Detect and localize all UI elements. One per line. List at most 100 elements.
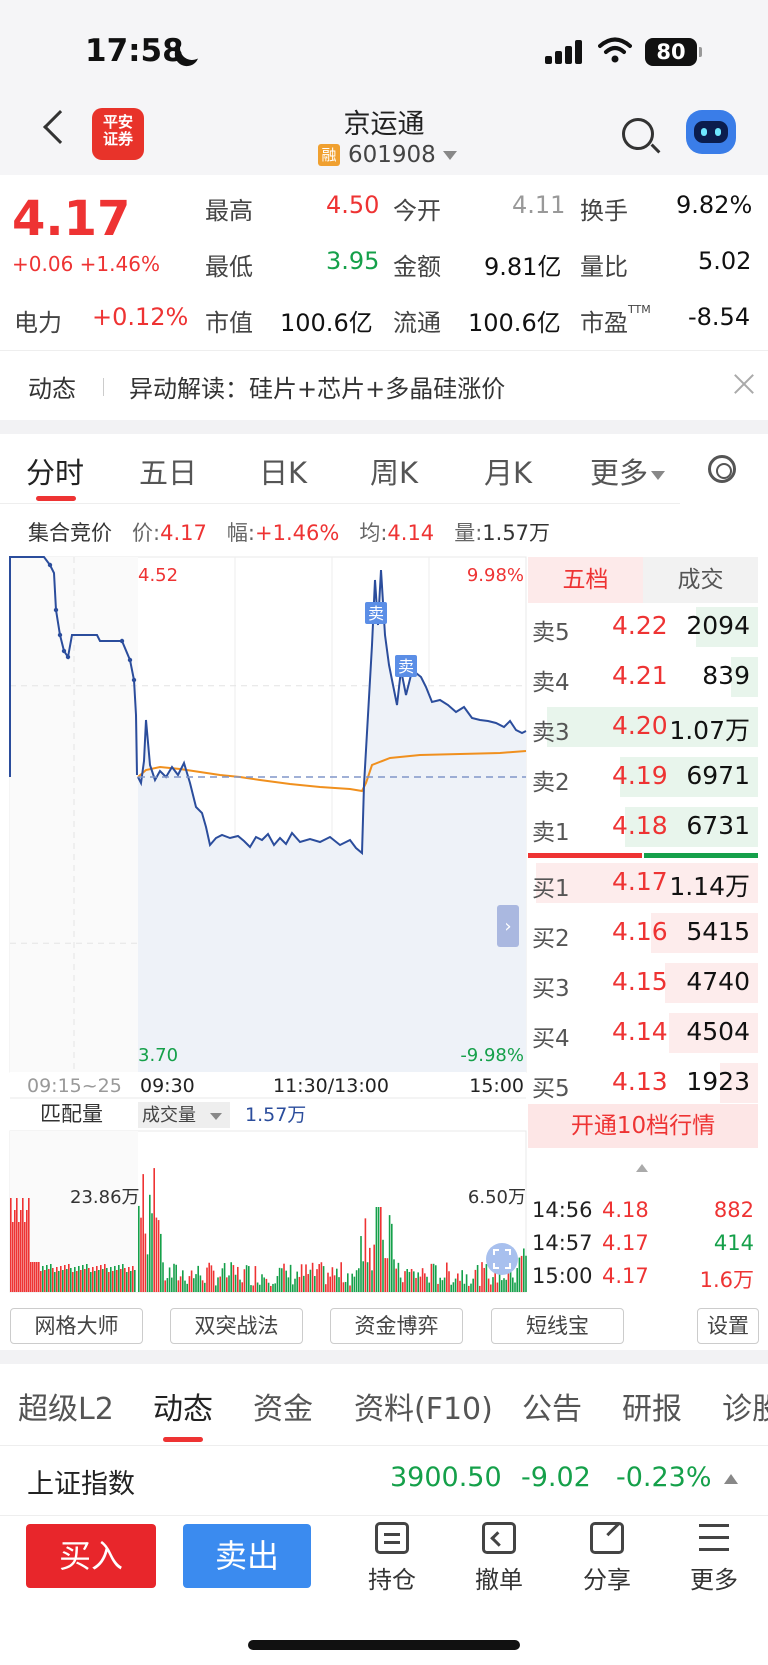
intraday-chart[interactable]: 4.52 3.70 9.98% -9.98% 卖 卖 › 09:15~25 09… (0, 555, 528, 1295)
volume-bar (221, 1268, 224, 1292)
sell-marker[interactable]: 卖 (365, 602, 387, 624)
sector-label[interactable]: 电力 (14, 303, 62, 338)
trade-tick-row: 15:00 4.17 1.6万 (532, 1264, 754, 1292)
sell-marker[interactable]: 卖 (395, 655, 417, 677)
volume-bar (459, 1280, 461, 1292)
bid-level-row[interactable]: 买1 4.17 1.14万 (528, 859, 758, 907)
volume-ratio-value: 5.02 (698, 247, 752, 275)
volume-bar (261, 1274, 263, 1292)
news-text[interactable]: 异动解读：硅片+芯片+多晶硅涨价 (129, 369, 505, 404)
volume-bar (157, 1220, 160, 1292)
volume-bar (30, 1262, 32, 1292)
volume-bar (112, 1271, 114, 1292)
volume-bar (68, 1264, 70, 1292)
ask-level-row[interactable]: 卖2 4.19 6971 (528, 753, 758, 801)
holdings-button[interactable]: 持仓 (352, 1522, 432, 1595)
volume-bar (177, 1280, 180, 1292)
grid-master-button[interactable]: 网格大师 (10, 1308, 143, 1344)
volume-bar (18, 1222, 20, 1292)
volume-bar (342, 1282, 345, 1292)
volume-bar (397, 1262, 400, 1292)
tab-trades[interactable]: 成交 (643, 557, 758, 603)
fund-game-button[interactable]: 资金博弈 (330, 1308, 463, 1344)
tab-daily-k[interactable]: 日K (259, 450, 307, 492)
volume-bar (316, 1269, 318, 1292)
share-button[interactable]: 分享 (567, 1522, 647, 1595)
volume-bar (289, 1264, 292, 1292)
volume-bar (461, 1270, 463, 1292)
tab-dynamics[interactable]: 动态 (153, 1384, 213, 1428)
bid-level-row[interactable]: 买2 4.16 5415 (528, 909, 758, 957)
volume-bar (287, 1277, 290, 1292)
more-button[interactable]: 更多 (674, 1522, 754, 1595)
volume-bar (441, 1280, 444, 1292)
sell-button[interactable]: 卖出 (183, 1524, 311, 1588)
volume-bar (98, 1270, 100, 1292)
tab-five-levels[interactable]: 五档 (528, 557, 643, 603)
chevron-up-icon[interactable] (636, 1164, 648, 1172)
ask-level-row[interactable]: 卖1 4.18 6731 (528, 803, 758, 851)
buy-button[interactable]: 买入 (26, 1524, 156, 1588)
volume-bar (36, 1262, 38, 1292)
y-max-label: 4.52 (138, 565, 178, 586)
chevron-up-icon[interactable] (724, 1474, 738, 1484)
cancel-order-button[interactable]: 撤单 (459, 1522, 539, 1595)
amount-label: 金额 (393, 253, 441, 281)
volume-bar (452, 1282, 455, 1292)
fullscreen-icon[interactable] (486, 1243, 518, 1275)
volume-bar (294, 1278, 296, 1292)
y-min-label: 3.70 (138, 1045, 178, 1066)
settings-button[interactable]: 设置 (697, 1308, 759, 1344)
volume-bar (371, 1270, 373, 1292)
volume-bar (126, 1272, 128, 1292)
open-level10-button[interactable]: 开通10档行情 (528, 1104, 758, 1148)
quote-panel: 4.17 +0.06 +1.46% 最高 4.50 今开 4.11 换手 9.8… (0, 175, 768, 350)
news-tag: 动态 (28, 375, 76, 403)
ai-assistant-icon[interactable] (686, 110, 736, 154)
tab-weekly-k[interactable]: 周K (370, 450, 418, 492)
tab-announcements[interactable]: 公告 (522, 1384, 582, 1428)
short-term-button[interactable]: 短线宝 (491, 1308, 624, 1344)
tab-funds[interactable]: 资金 (253, 1384, 313, 1428)
ask-level-row[interactable]: 卖5 4.22 2094 (528, 603, 758, 651)
volume-bar (223, 1263, 226, 1292)
amount-value: 9.81亿 (484, 253, 562, 281)
volume-bar (402, 1282, 404, 1292)
float-cap-label: 流通 (393, 309, 441, 337)
ask-level-row[interactable]: 卖3 4.20 1.07万 (528, 703, 758, 751)
tab-intraday[interactable]: 分时 (26, 450, 84, 492)
tab-super-l2[interactable]: 超级L2 (18, 1384, 114, 1428)
search-icon[interactable] (622, 118, 654, 150)
double-breakout-button[interactable]: 双突战法 (170, 1308, 303, 1344)
pct-min-label: -9.98% (460, 1045, 524, 1066)
ask-level-row[interactable]: 卖4 4.21 839 (528, 653, 758, 701)
gear-icon[interactable] (708, 455, 736, 483)
volume-bar (325, 1284, 327, 1292)
volume-bar (62, 1270, 64, 1292)
tab-diagnosis[interactable]: 诊股 (722, 1384, 768, 1428)
tab-f10[interactable]: 资料(F10) (354, 1384, 493, 1428)
news-banner[interactable]: 动态 异动解读：硅片+芯片+多晶硅涨价 (0, 350, 768, 420)
bid-level-row[interactable]: 买5 4.13 1923 (528, 1059, 758, 1107)
stock-code-selector[interactable]: 融 601908 (318, 142, 457, 168)
volume-bar (82, 1265, 84, 1292)
tab-research[interactable]: 研报 (622, 1384, 682, 1428)
market-cap-label: 市值 (205, 309, 253, 337)
volume-bar (20, 1210, 22, 1292)
stock-detail-screen: 17:58 80 平安 证券 京运通 融 601908 4.17 +0.06 +1… (0, 0, 768, 1665)
tab-monthly-k[interactable]: 月K (484, 450, 532, 492)
bid-level-row[interactable]: 买3 4.15 4740 (528, 959, 758, 1007)
margin-badge: 融 (318, 144, 340, 166)
market-cap-value: 100.6亿 (280, 309, 373, 337)
index-ticker[interactable]: 上证指数 3900.50 -9.02 -0.23% (0, 1446, 768, 1516)
volume-bar (404, 1271, 406, 1292)
close-icon[interactable] (733, 373, 755, 395)
tab-five-day[interactable]: 五日 (139, 450, 197, 492)
bid-level-row[interactable]: 买4 4.14 4504 (528, 1009, 758, 1057)
volume-bar (38, 1262, 40, 1292)
expand-handle[interactable]: › (497, 905, 519, 947)
tab-more[interactable]: 更多 (590, 450, 666, 492)
volume-bar (307, 1274, 309, 1292)
volume-bar (331, 1267, 334, 1292)
volume-bar (153, 1168, 155, 1292)
